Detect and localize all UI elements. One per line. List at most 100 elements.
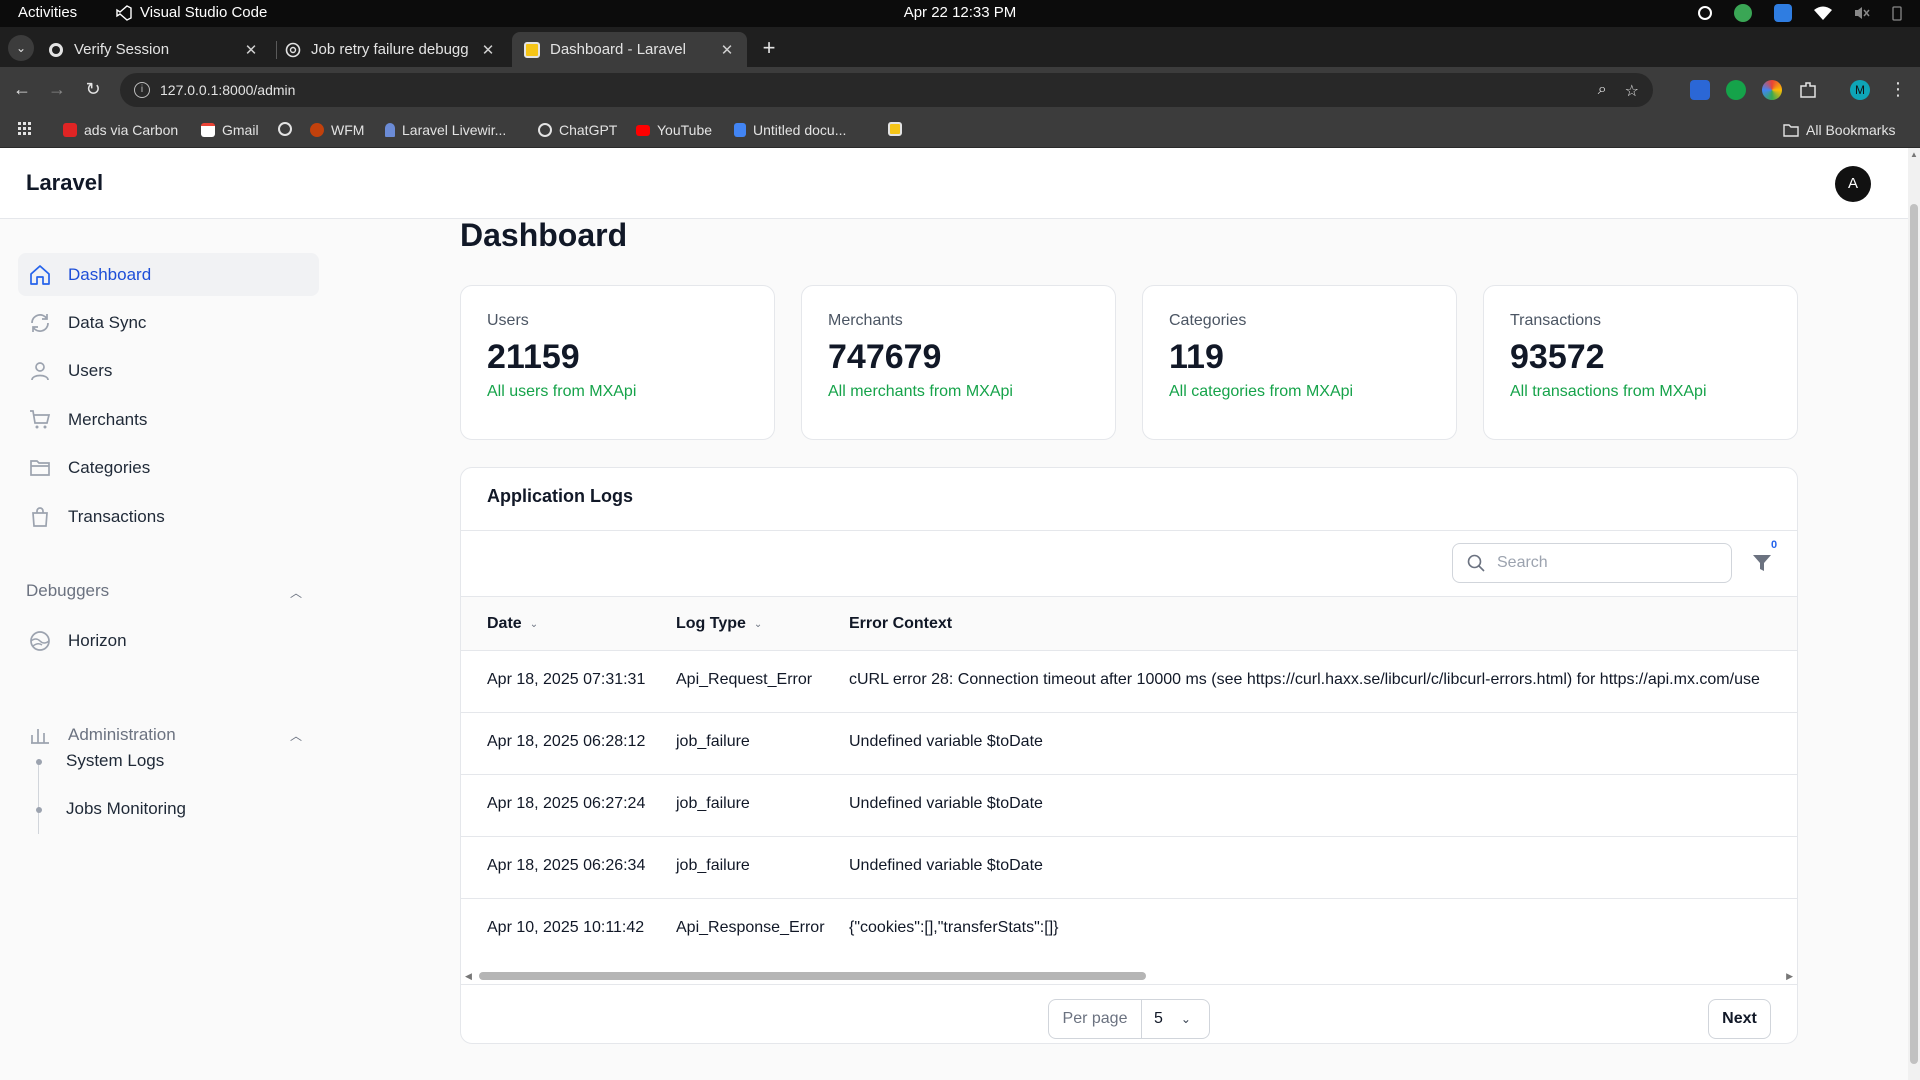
scroll-left-arrow-icon[interactable]: ◀: [465, 971, 472, 982]
browser-tab-strip: ⌄ Verify Session ✕ Job retry failure deb…: [0, 27, 1920, 67]
table-row[interactable]: Apr 18, 2025 06:26:34 job_failure Undefi…: [461, 837, 1797, 899]
laravel-admin-app: Laravel A Dashboard Data Sync Users Merc…: [0, 148, 1908, 1080]
site-info-icon[interactable]: i: [134, 82, 150, 98]
chrome-menu-icon[interactable]: ⋮: [1888, 80, 1908, 100]
table-row[interactable]: Apr 18, 2025 06:27:24 job_failure Undefi…: [461, 775, 1797, 837]
tab-title: Dashboard - Laravel: [550, 41, 686, 58]
active-app-menu[interactable]: Visual Studio Code: [116, 4, 267, 21]
bookmark-item[interactable]: ads via Carbon: [63, 122, 178, 138]
sidebar-item-label: Data Sync: [68, 312, 147, 332]
back-arrow-icon[interactable]: ←: [10, 78, 34, 102]
sidebar-item-merchants[interactable]: Merchants: [18, 398, 319, 441]
sidebar-item-users[interactable]: Users: [18, 349, 319, 392]
github-icon: [49, 42, 63, 57]
search-input[interactable]: Search: [1452, 543, 1732, 583]
tab-close-icon[interactable]: ✕: [480, 41, 496, 59]
sidebar-item-system-logs[interactable]: System Logs: [66, 751, 164, 771]
column-header-date[interactable]: Date ⌄: [487, 615, 538, 633]
filter-icon[interactable]: [1751, 552, 1773, 574]
chatgpt-icon: [285, 42, 301, 57]
scrollbar-thumb[interactable]: [1910, 204, 1918, 1064]
sidebar-item-transactions[interactable]: Transactions: [18, 495, 319, 538]
bar-chart-icon: [31, 728, 49, 744]
horizontal-scrollbar[interactable]: ◀ ▶: [461, 968, 1797, 984]
battery-icon[interactable]: [1892, 5, 1902, 21]
apps-grid-icon[interactable]: [18, 122, 32, 136]
scrollbar-thumb[interactable]: [479, 972, 1146, 980]
all-bookmarks-button[interactable]: All Bookmarks: [1783, 122, 1895, 138]
shield-check-icon[interactable]: [1734, 4, 1752, 22]
browser-tab[interactable]: Verify Session ✕: [36, 32, 271, 67]
table-row[interactable]: Apr 18, 2025 07:31:31 Api_Request_Error …: [461, 651, 1797, 713]
sidebar-item-horizon[interactable]: Horizon: [18, 619, 319, 662]
next-page-button[interactable]: Next: [1708, 999, 1771, 1039]
column-header-log-type[interactable]: Log Type ⌄: [676, 615, 762, 633]
extensions-puzzle-icon[interactable]: [1798, 80, 1818, 100]
browser-tab-active[interactable]: Dashboard - Laravel ✕: [512, 32, 747, 67]
active-app-name: Visual Studio Code: [140, 4, 268, 21]
browser-tab[interactable]: Job retry failure debugg ✕: [273, 32, 508, 67]
group-label-debuggers[interactable]: Debuggers: [26, 581, 109, 601]
scroll-up-arrow-icon[interactable]: ▲: [1910, 150, 1918, 159]
grammarly-icon[interactable]: [1726, 80, 1746, 100]
tab-close-icon[interactable]: ✕: [719, 41, 735, 59]
new-tab-button[interactable]: +: [756, 36, 782, 62]
steam-icon[interactable]: [1698, 6, 1712, 20]
bookmarks-bar: ads via Carbon Gmail WFM Laravel Livewir…: [0, 112, 1920, 148]
per-page-select[interactable]: Per page 5 ⌄: [1048, 999, 1210, 1039]
bookmark-item[interactable]: [278, 122, 292, 136]
chatgpt-icon: [538, 123, 552, 137]
column-header-label: Error Context: [849, 615, 953, 632]
clock[interactable]: Apr 22 12:33 PM: [904, 4, 1017, 21]
sidebar-item-label: Dashboard: [68, 264, 152, 284]
chevron-up-icon[interactable]: ︿: [290, 727, 302, 744]
bookmark-item[interactable]: [888, 122, 902, 136]
stat-card-categories: Categories 119 All categories from MXApi: [1142, 285, 1457, 440]
youtube-icon: [636, 124, 650, 136]
stat-label: Users: [487, 312, 529, 329]
tab-title: Verify Session: [74, 41, 170, 58]
system-tray[interactable]: [1698, 4, 1902, 22]
bookmark-label: Laravel Livewir...: [402, 122, 507, 138]
bookmark-item[interactable]: WFM: [310, 122, 364, 138]
user-avatar[interactable]: A: [1835, 166, 1871, 202]
reload-icon[interactable]: ↻: [81, 78, 105, 102]
forward-arrow-icon[interactable]: →: [45, 78, 69, 102]
table-row[interactable]: Apr 18, 2025 06:28:12 job_failure Undefi…: [461, 713, 1797, 775]
bookmark-item[interactable]: Untitled docu...: [734, 122, 846, 138]
tab-close-icon[interactable]: ✕: [243, 41, 259, 59]
bookmark-item[interactable]: Laravel Livewir...: [385, 122, 506, 138]
bookmark-item[interactable]: Gmail: [201, 122, 259, 138]
vscode-icon: [116, 4, 132, 21]
bookmark-item[interactable]: YouTube: [636, 122, 712, 138]
volume-muted-icon[interactable]: [1854, 5, 1870, 21]
per-page-value: 5: [1154, 1010, 1163, 1027]
sidebar: Dashboard Data Sync Users Merchants Cate…: [0, 219, 340, 1080]
tab-title: Job retry failure debugg: [311, 41, 469, 58]
scroll-right-arrow-icon[interactable]: ▶: [1786, 971, 1793, 982]
address-bar[interactable]: i 127.0.0.1:8000/admin ⌕ ☆: [120, 73, 1653, 107]
bookmark-item[interactable]: ChatGPT: [538, 122, 617, 138]
chevron-up-icon[interactable]: ︿: [290, 584, 302, 601]
wifi-icon[interactable]: [1814, 5, 1832, 21]
url-text: 127.0.0.1:8000/admin: [160, 82, 296, 98]
bookmark-star-icon[interactable]: ☆: [1625, 81, 1639, 101]
stat-value: 93572: [1510, 338, 1605, 376]
brand-logo[interactable]: Laravel: [26, 170, 103, 196]
activities-button[interactable]: Activities: [18, 4, 77, 21]
page-vertical-scrollbar[interactable]: ▲: [1908, 148, 1920, 1080]
tab-search-button[interactable]: ⌄: [8, 35, 34, 61]
extension-icon[interactable]: [1690, 80, 1710, 100]
profile-avatar[interactable]: M: [1850, 80, 1870, 100]
sidebar-item-categories[interactable]: Categories: [18, 446, 319, 489]
sidebar-item-data-sync[interactable]: Data Sync: [18, 301, 319, 344]
zoom-icon[interactable]: ⌕: [1598, 81, 1607, 101]
app-indicator-icon[interactable]: [1774, 4, 1792, 22]
color-picker-icon[interactable]: [1762, 80, 1782, 100]
stat-card-transactions: Transactions 93572 All transactions from…: [1483, 285, 1798, 440]
sidebar-item-jobs-monitoring[interactable]: Jobs Monitoring: [66, 799, 186, 819]
group-label-administration[interactable]: Administration: [18, 713, 319, 756]
table-row[interactable]: Apr 10, 2025 10:11:42 Api_Response_Error…: [461, 899, 1797, 961]
sidebar-item-dashboard[interactable]: Dashboard: [18, 253, 319, 296]
carbon-icon: [63, 123, 77, 137]
